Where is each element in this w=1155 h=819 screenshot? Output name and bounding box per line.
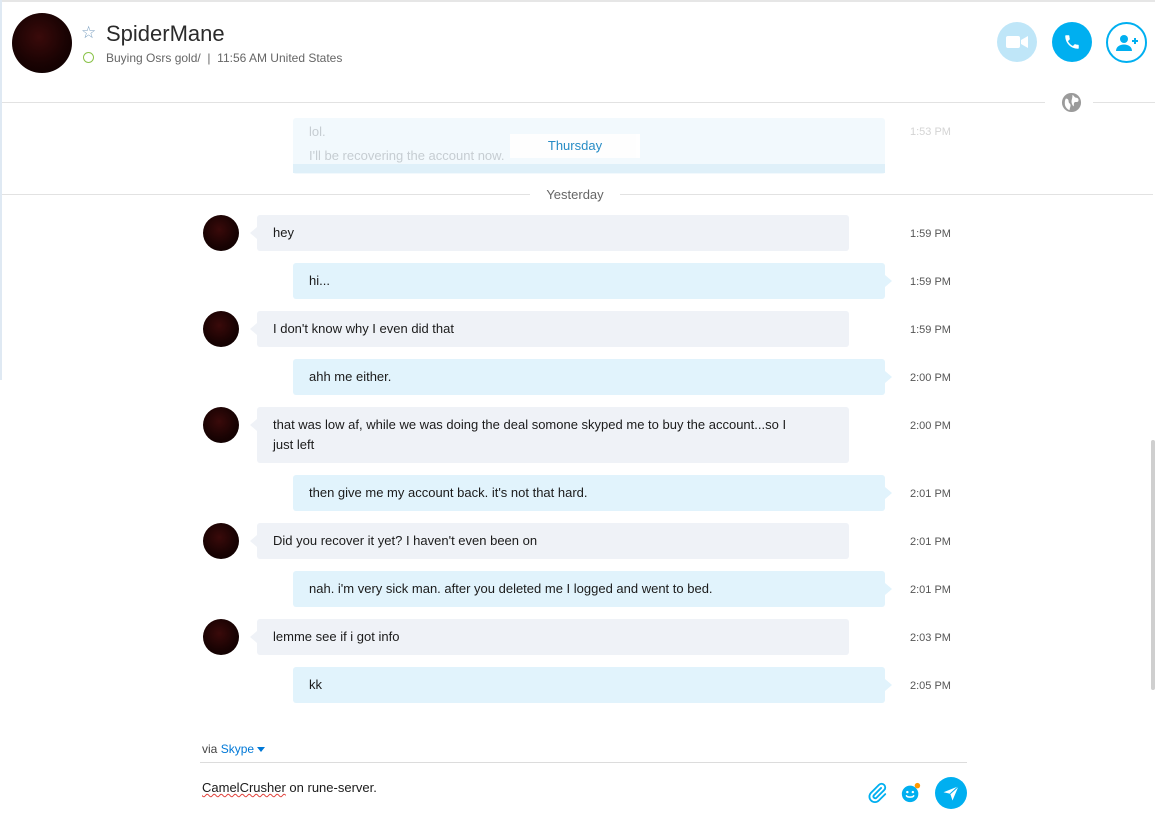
presence-status-icon [83,52,94,63]
send-arrow-icon [943,785,959,801]
incoming-message[interactable]: Did you recover it yet? I haven't even b… [250,523,849,559]
outgoing-message[interactable]: kk [293,667,892,703]
message-input-text[interactable]: on rune-server. [286,780,376,795]
globe-icon[interactable] [1061,92,1082,113]
earlier-message-text: lol. [309,124,326,139]
video-camera-icon [1006,36,1028,48]
audio-call-button[interactable] [1052,22,1092,62]
via-service-selector[interactable]: via Skype [202,742,266,756]
message-time: 2:00 PM [910,372,951,384]
message-time: 2:01 PM [910,584,951,596]
sender-avatar[interactable] [203,215,239,251]
contact-mood-status: Buying Osrs gold/ | 11:56 AM United Stat… [106,51,343,65]
date-separator-label: Yesterday [530,184,620,206]
outgoing-message[interactable]: hi... [293,263,892,299]
incoming-message[interactable]: lemme see if i got info [250,619,849,655]
outgoing-message[interactable]: then give me my account back. it's not t… [293,475,892,511]
outgoing-message[interactable]: ahh me either. [293,359,892,395]
video-call-button[interactable] [997,22,1037,62]
composer-divider [200,762,967,763]
sender-avatar[interactable] [203,407,239,443]
send-button[interactable] [935,777,967,809]
day-label-thursday[interactable]: Thursday [510,134,640,158]
chat-scrollbar-thumb[interactable] [1151,440,1155,690]
message-time: 2:01 PM [910,488,951,500]
message-time: 2:01 PM [910,536,951,548]
incoming-message[interactable]: that was low af, while we was doing the … [250,407,849,463]
contact-name[interactable]: SpiderMane [106,21,225,47]
sender-avatar[interactable] [203,523,239,559]
earlier-message-text: I'll be recovering the account now. [309,148,505,163]
chevron-down-icon[interactable] [257,747,266,753]
top-border [0,0,1155,2]
outgoing-message[interactable]: nah. i'm very sick man. after you delete… [293,571,892,607]
message-time: 2:00 PM [910,420,951,432]
earlier-message-bubble-edge [293,164,885,173]
header-divider-right [1093,102,1155,103]
paperclip-icon[interactable] [866,782,888,804]
via-label: via [202,742,218,756]
sender-avatar[interactable] [203,311,239,347]
message-time: 1:59 PM [910,324,951,336]
phone-icon [1065,35,1079,49]
contact-avatar[interactable] [12,13,72,73]
message-input[interactable]: CamelCrusher on rune-server. [202,780,842,795]
message-time: 1:59 PM [910,228,951,240]
left-border [0,0,2,380]
sender-avatar[interactable] [203,619,239,655]
message-time: 2:03 PM [910,632,951,644]
message-time: 1:59 PM [910,276,951,288]
message-time: 2:05 PM [910,680,951,692]
emoticon-icon[interactable] [900,782,922,804]
favorite-star-icon[interactable]: ☆ [81,24,96,41]
spellcheck-flagged-word[interactable]: CamelCrusher [202,780,286,795]
incoming-message[interactable]: I don't know why I even did that [250,311,849,347]
via-service-name[interactable]: Skype [221,742,254,756]
add-contact-icon [1115,34,1138,51]
incoming-message[interactable]: hey [250,215,849,251]
header-divider [2,102,1045,103]
earlier-message-time: 1:53 PM [910,126,951,138]
add-participant-button[interactable] [1106,22,1147,63]
